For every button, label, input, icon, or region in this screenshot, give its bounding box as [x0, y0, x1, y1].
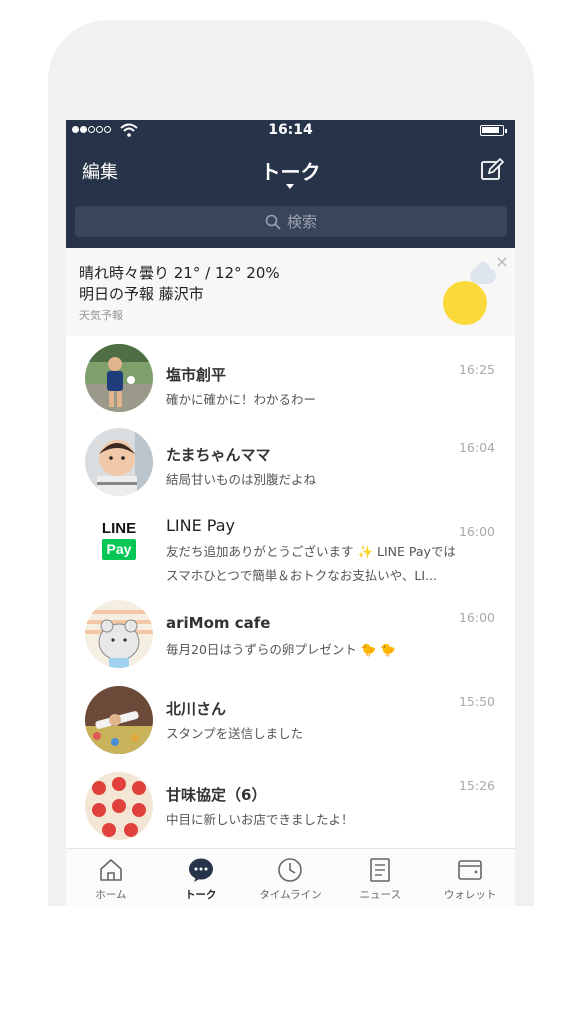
- chat-name: ariMom cafe: [166, 614, 271, 632]
- tab-label: トーク: [184, 889, 217, 901]
- tab-bar: ホーム トーク タイムライン ニュース ウォレット: [66, 848, 515, 906]
- sun-icon: [443, 281, 487, 325]
- chat-name: 塩市創平: [166, 366, 227, 384]
- tab-label: タイムライン: [259, 889, 322, 901]
- clock-icon: [278, 858, 303, 882]
- avatar: [85, 772, 153, 840]
- weather-source: 天気予報: [79, 309, 123, 322]
- search-icon: [265, 214, 281, 230]
- line-pay-logo: LINE Pay: [85, 510, 153, 578]
- weather-banner[interactable]: 晴れ時々曇り 21° / 12° 20% 明日の予報 藤沢市 天気予報 ×: [66, 248, 515, 336]
- logo-text-pay: Pay: [102, 539, 136, 560]
- chat-message: 毎月20日はうずらの卵プレゼント 🐤 🐤: [166, 642, 396, 657]
- chat-item-kitagawa[interactable]: 北川さん スタンプを送信しました 15:50: [66, 674, 515, 758]
- chat-time: 15:26: [458, 778, 495, 793]
- logo-text-line: LINE: [101, 520, 137, 537]
- app-screen: 16:14 編集 トーク 検索 晴れ時々曇り 21° / 12° 20% 明日の…: [66, 120, 515, 906]
- tab-label: ウォレット: [443, 889, 497, 901]
- search-input[interactable]: 検索: [75, 206, 507, 237]
- caret-down-icon[interactable]: [286, 184, 294, 189]
- news-icon: [370, 858, 391, 882]
- close-icon[interactable]: ×: [494, 254, 510, 270]
- tab-home[interactable]: ホーム: [66, 849, 156, 906]
- chat-message: 結局甘いものは別腹だよね: [166, 472, 317, 487]
- chat-time: 16:00: [458, 524, 495, 539]
- header: 16:14 編集 トーク 検索: [66, 120, 515, 248]
- tab-wallet[interactable]: ウォレット: [425, 849, 515, 906]
- chat-time: 16:25: [458, 362, 495, 377]
- chat-item-tamachan-mama[interactable]: たまちゃんママ 結局甘いものは別腹だよね 16:04: [66, 420, 515, 504]
- search-placeholder: 検索: [286, 213, 317, 231]
- avatar: [85, 428, 153, 496]
- chat-time: 16:04: [458, 440, 495, 455]
- weather-location: 明日の予報 藤沢市: [79, 285, 204, 303]
- chat-message: スタンプを送信しました: [166, 726, 304, 741]
- chat-name: たまちゃんママ: [166, 446, 271, 464]
- chat-item-shioichi[interactable]: 塩市創平 確かに確かに！わかるわー 16:25: [66, 336, 515, 420]
- avatar: [85, 686, 153, 754]
- tab-timeline[interactable]: タイムライン: [246, 849, 336, 906]
- chat-name: 北川さん: [166, 700, 227, 718]
- avatar: [85, 344, 153, 412]
- chat-message: 中目に新しいお店できましたよ！: [166, 812, 354, 827]
- chat-message: 友だち追加ありがとうございます ✨ LINE Payではスマホひとつで簡単＆おト…: [166, 544, 456, 583]
- page-title[interactable]: トーク: [66, 156, 515, 185]
- chat-name: LINE Pay: [166, 516, 235, 535]
- chat-item-kanmi-kyotei[interactable]: 甘味協定（6） 中目に新しいお店できましたよ！ 15:26: [66, 758, 515, 842]
- status-time: 16:14: [268, 122, 313, 138]
- home-icon: [100, 859, 122, 881]
- battery-icon: [480, 125, 507, 136]
- weather-forecast: 晴れ時々曇り 21° / 12° 20%: [79, 264, 280, 282]
- chat-time: 16:00: [458, 610, 495, 625]
- chat-item-line-pay[interactable]: LINE Pay LINE Pay 友だち追加ありがとうございます ✨ LINE…: [66, 504, 515, 590]
- chat-list: 塩市創平 確かに確かに！わかるわー 16:25 たまちゃんママ 結局甘いものは別: [66, 336, 515, 848]
- avatar: [85, 600, 153, 668]
- chat-item-arimom-cafe[interactable]: ariMom cafe 毎月20日はうずらの卵プレゼント 🐤 🐤 16:00: [66, 590, 515, 674]
- tab-label: ホーム: [95, 889, 127, 901]
- tab-label: ニュース: [359, 889, 402, 901]
- chat-message: 確かに確かに！わかるわー: [166, 392, 317, 407]
- status-bar: 16:14: [66, 120, 515, 142]
- wallet-icon: [458, 860, 482, 880]
- chat-name: 甘味協定（6）: [166, 786, 267, 804]
- tab-talk[interactable]: トーク: [156, 849, 246, 906]
- chat-time: 15:50: [458, 694, 495, 709]
- tab-news[interactable]: ニュース: [335, 849, 425, 906]
- cloud-icon: [470, 262, 496, 284]
- chat-bubble-icon: [188, 858, 213, 882]
- compose-icon[interactable]: [480, 158, 504, 182]
